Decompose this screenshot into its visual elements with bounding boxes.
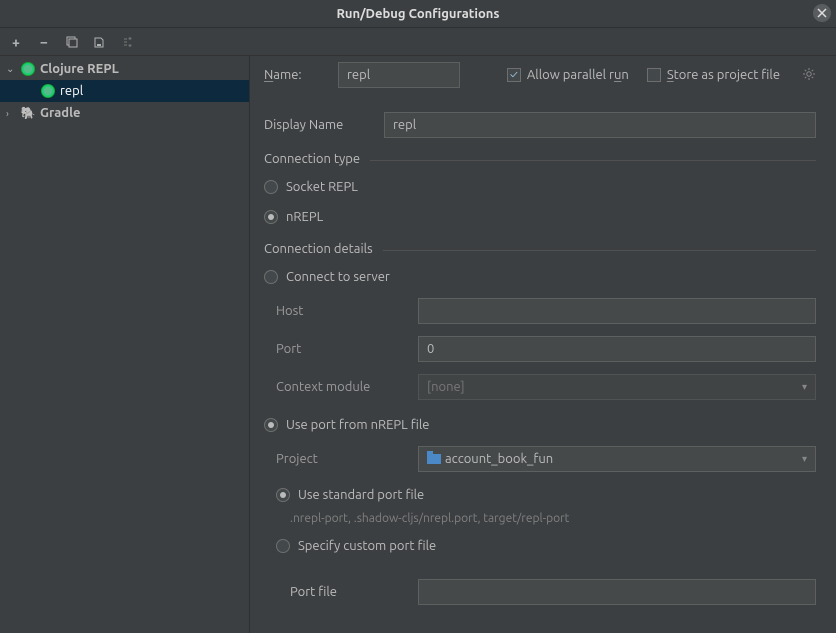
checkbox-checked-icon: ✓ (507, 68, 521, 82)
radio-unchecked-icon (276, 539, 290, 553)
name-label: Name: (264, 68, 320, 82)
radio-checked-icon (264, 210, 278, 224)
tree-label: Clojure REPL (40, 62, 119, 76)
window-title: Run/Debug Configurations (336, 7, 499, 21)
separator (370, 160, 816, 161)
close-button[interactable] (813, 4, 831, 22)
folder-icon (427, 454, 441, 464)
chevron-down-icon: ▾ (802, 381, 807, 393)
chevron-down-icon: ▾ (802, 453, 807, 465)
separator (383, 250, 816, 251)
chevron-right-icon: › (6, 108, 16, 119)
display-name-label: Display Name (264, 118, 384, 132)
radio-specify-custom-port-file[interactable]: Specify custom port file (264, 535, 436, 557)
tree-node-clojure-repl[interactable]: ⌄ Clojure REPL (0, 58, 249, 80)
context-module-combo[interactable]: [none] ▾ (418, 374, 816, 400)
port-label: Port (264, 342, 404, 356)
name-input[interactable] (338, 62, 460, 88)
radio-connect-to-server[interactable]: Connect to server (264, 266, 390, 288)
combo-value: account_book_fun (445, 452, 553, 466)
radio-nrepl[interactable]: nREPL (264, 206, 816, 228)
display-name-input[interactable] (384, 112, 816, 138)
radio-unchecked-icon (264, 180, 278, 194)
radio-label: Use port from nREPL file (286, 418, 429, 432)
edit-templates-button[interactable] (120, 34, 136, 50)
allow-parallel-run-checkbox[interactable]: ✓ Allow parallel run (507, 68, 629, 82)
radio-use-port-from-file[interactable]: Use port from nREPL file (264, 414, 429, 436)
remove-configuration-button[interactable]: − (36, 34, 52, 50)
host-label: Host (264, 304, 404, 318)
titlebar: Run/Debug Configurations (0, 0, 836, 28)
tree-label: Gradle (40, 106, 81, 120)
port-file-label: Port file (264, 585, 418, 599)
port-file-input[interactable] (418, 579, 816, 605)
radio-label: Specify custom port file (298, 539, 436, 553)
connection-details-label: Connection details (264, 242, 373, 256)
radio-checked-icon (276, 488, 290, 502)
host-input[interactable] (418, 298, 816, 324)
checkbox-unchecked-icon (647, 68, 661, 82)
radio-use-standard-port-file[interactable]: Use standard port file (264, 484, 424, 506)
clojure-icon (40, 83, 56, 99)
radio-checked-icon (264, 418, 278, 432)
clojure-icon (20, 61, 36, 77)
copy-configuration-button[interactable] (64, 34, 80, 50)
radio-label: nREPL (286, 210, 323, 224)
store-as-project-file-checkbox[interactable]: Store as project file (647, 68, 780, 82)
connection-type-label: Connection type (264, 152, 360, 166)
project-combo[interactable]: account_book_fun ▾ (418, 446, 816, 472)
gear-icon[interactable] (802, 67, 816, 84)
chevron-down-icon: ⌄ (6, 63, 16, 75)
save-template-button[interactable] (92, 34, 108, 50)
gradle-icon: 🐘 (20, 105, 36, 121)
standard-port-file-hint: .nrepl-port, .shadow-cljs/nrepl.port, ta… (264, 512, 816, 525)
project-label: Project (264, 452, 404, 466)
add-configuration-button[interactable]: + (8, 34, 24, 50)
checkbox-label: Store as project file (667, 68, 780, 82)
tree-node-gradle[interactable]: › 🐘 Gradle (0, 102, 249, 124)
radio-label: Use standard port file (298, 488, 424, 502)
toolbar: + − (0, 28, 836, 56)
radio-label: Connect to server (286, 270, 390, 284)
tree-node-repl[interactable]: repl (0, 80, 249, 102)
context-module-label: Context module (264, 380, 404, 394)
tree-label: repl (60, 84, 83, 98)
checkbox-label: Allow parallel run (527, 68, 629, 82)
radio-label: Socket REPL (286, 180, 358, 194)
port-input[interactable] (418, 336, 816, 362)
configurations-tree: ⌄ Clojure REPL repl › 🐘 Gradle (0, 56, 250, 633)
radio-socket-repl[interactable]: Socket REPL (264, 176, 816, 198)
configuration-form: Name: ✓ Allow parallel run Store as proj… (250, 56, 836, 633)
combo-value: [none] (427, 380, 465, 394)
radio-unchecked-icon (264, 270, 278, 284)
